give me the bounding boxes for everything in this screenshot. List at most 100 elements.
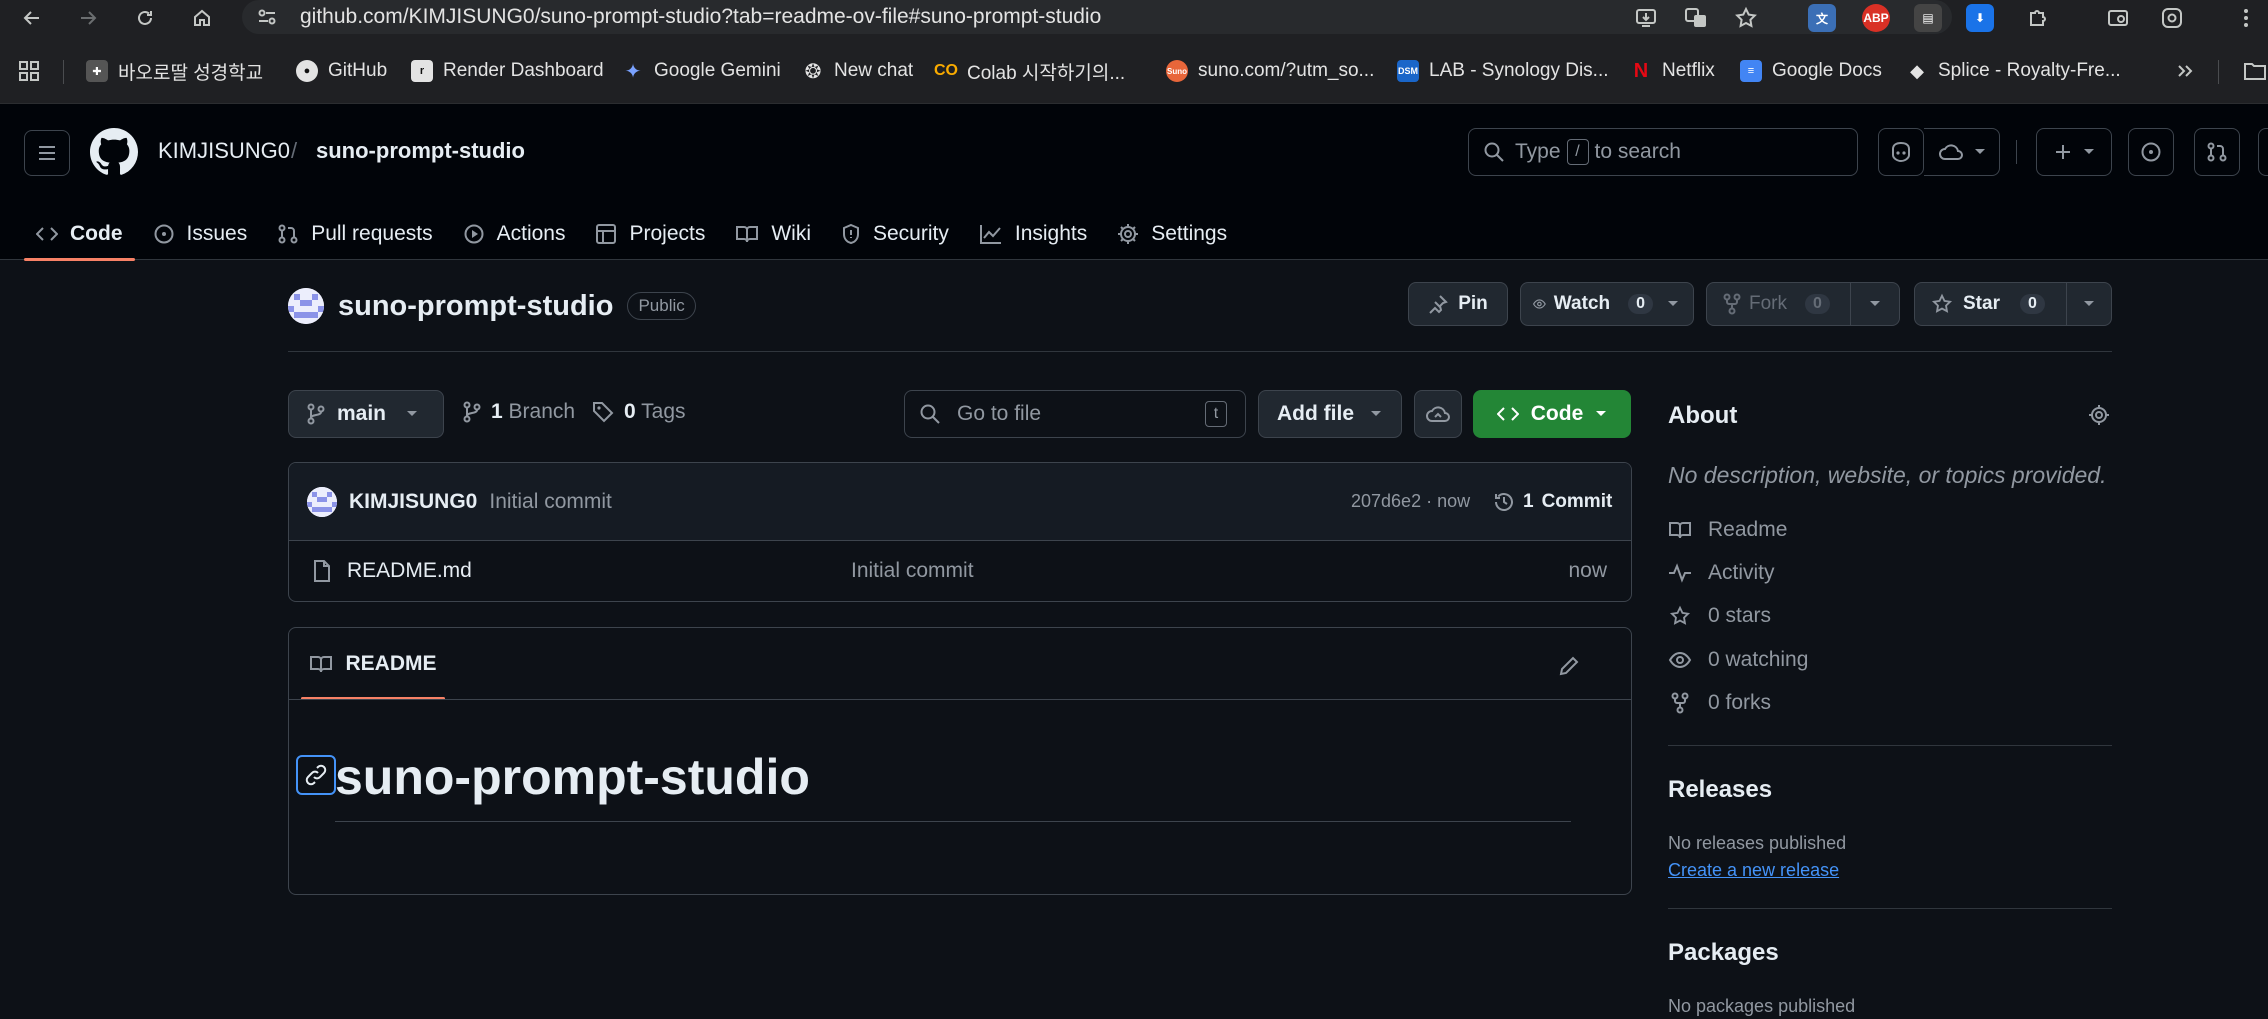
sidebar-item-label: Readme <box>1708 518 1788 541</box>
pull-requests-button[interactable] <box>2194 128 2240 176</box>
star-dropdown[interactable] <box>2065 283 2112 325</box>
star-outline-icon <box>1735 6 1757 28</box>
forks-link[interactable]: 0 forks <box>1668 691 1771 715</box>
stars-link[interactable]: 0 stars <box>1668 604 1771 628</box>
avatar[interactable] <box>288 288 324 324</box>
fork-count: 0 <box>1805 294 1830 314</box>
extensions-puzzle-icon[interactable] <box>2024 4 2052 32</box>
codespaces-sync-button[interactable] <box>1414 390 1462 438</box>
bookmark-item[interactable]: ✚ 바오로딸 성경학교 <box>86 56 263 86</box>
avatar[interactable] <box>307 486 337 517</box>
packages-title[interactable]: Packages <box>1668 939 1779 967</box>
reload-button[interactable] <box>130 3 160 33</box>
tab-issues[interactable]: Issues <box>141 208 260 260</box>
google-lens-icon[interactable] <box>2158 4 2186 32</box>
commit-author[interactable]: KIMJISUNG0 <box>349 490 477 514</box>
bookmark-item[interactable]: r Render Dashboard <box>411 56 604 86</box>
bookmark-star-button[interactable] <box>1732 4 1760 32</box>
code-button[interactable]: Code <box>1473 390 1631 438</box>
caret-down-icon <box>1596 411 1607 416</box>
bookmark-item[interactable]: DSM LAB - Synology Dis... <box>1397 56 1609 86</box>
tab-actions[interactable]: Actions <box>451 208 578 260</box>
render-favicon-icon: r <box>411 60 433 82</box>
breadcrumb-owner[interactable]: KIMJISUNG0 <box>158 138 290 164</box>
add-file-button[interactable]: Add file <box>1258 390 1402 438</box>
branch-select-button[interactable]: main <box>288 390 444 438</box>
menu-button[interactable] <box>24 130 70 176</box>
commit-message[interactable]: Initial commit <box>489 490 612 514</box>
create-new-button[interactable] <box>2036 128 2112 176</box>
forward-button[interactable] <box>73 3 103 33</box>
bookmark-item[interactable]: CO Colab 시작하기의... <box>934 56 1125 86</box>
apps-grid-icon <box>19 61 39 81</box>
bookmark-item[interactable]: ≡ Google Docs <box>1740 56 1882 86</box>
tab-code[interactable]: Code <box>24 208 135 261</box>
all-bookmarks-folder[interactable] <box>2244 56 2266 86</box>
tab-search-icon[interactable] <box>2104 4 2132 32</box>
repo-name[interactable]: suno-prompt-studio <box>338 290 613 323</box>
go-to-file-input[interactable]: Go to file t <box>904 390 1246 438</box>
tab-settings[interactable]: Settings <box>1105 208 1239 260</box>
repo-title-row: suno-prompt-studio Public <box>288 286 696 326</box>
inbox-button[interactable] <box>2258 128 2268 176</box>
watchers-link[interactable]: 0 watching <box>1668 648 1808 672</box>
copilot-button[interactable] <box>1878 128 1924 176</box>
watch-dropdown[interactable] <box>1653 283 1693 325</box>
tab-insights[interactable]: Insights <box>967 208 1099 260</box>
apps-grid-button[interactable] <box>18 56 40 86</box>
bookmark-item[interactable]: ● GitHub <box>296 56 387 86</box>
more-menu-icon[interactable] <box>2232 4 2260 32</box>
extension-adblock-icon[interactable]: ABP <box>1862 4 1890 32</box>
translate-button[interactable] <box>1682 4 1710 32</box>
commits-history-link[interactable]: 1 Commit <box>1493 491 1612 513</box>
about-settings-button[interactable] <box>2084 400 2114 430</box>
extension-translator-icon[interactable]: 文 <box>1808 4 1836 32</box>
star-button[interactable]: Star 0 <box>1914 282 2112 326</box>
create-release-link[interactable]: Create a new release <box>1668 860 1839 881</box>
bookmarks-overflow-button[interactable] <box>2176 56 2194 86</box>
star-icon <box>1669 605 1691 625</box>
bookmark-item[interactable]: ❂ New chat <box>802 56 914 86</box>
issues-button[interactable] <box>2128 128 2174 176</box>
fork-button[interactable]: Fork 0 <box>1706 282 1900 326</box>
readme-link[interactable]: Readme <box>1668 518 1787 542</box>
arrow-left-icon <box>23 11 39 25</box>
releases-title[interactable]: Releases <box>1668 776 1772 804</box>
cloud-icon <box>1938 144 1963 160</box>
branches-link[interactable]: 1 Branch <box>463 400 575 424</box>
tab-wiki[interactable]: Wiki <box>723 208 823 260</box>
search-input[interactable]: Type / to search <box>1468 128 1858 176</box>
commit-sha-time[interactable]: 207d6e2 · now <box>1351 491 1470 512</box>
home-button[interactable] <box>187 3 217 33</box>
readme-tab[interactable]: README <box>301 628 445 700</box>
github-logo-icon[interactable] <box>90 128 138 176</box>
bookmark-label: Google Docs <box>1772 60 1882 81</box>
file-commit-message[interactable]: Initial commit <box>851 559 974 583</box>
edit-readme-button[interactable] <box>1553 650 1585 682</box>
extension-printer-icon[interactable]: ▤ <box>1914 4 1942 32</box>
bookmark-item[interactable]: Suno suno.com/?utm_so... <box>1166 56 1374 86</box>
install-app-button[interactable] <box>1632 4 1660 32</box>
tags-link[interactable]: 0 Tags <box>592 400 686 424</box>
tab-pull-requests[interactable]: Pull requests <box>265 208 444 260</box>
pulse-icon <box>1669 563 1691 583</box>
bookmark-item[interactable]: N Netflix <box>1630 56 1715 86</box>
breadcrumb-repo[interactable]: suno-prompt-studio <box>316 138 525 164</box>
fork-dropdown[interactable] <box>1849 283 1899 325</box>
file-name[interactable]: README.md <box>347 559 472 583</box>
extension-download-icon[interactable]: ⬇ <box>1966 4 1994 32</box>
copilot-dropdown-button[interactable] <box>1924 128 2000 176</box>
bookmark-item[interactable]: ✦ Google Gemini <box>622 56 781 86</box>
activity-link[interactable]: Activity <box>1668 561 1775 585</box>
about-title: About <box>1668 402 1738 429</box>
pin-button[interactable]: Pin <box>1408 282 1508 326</box>
address-bar[interactable]: github.com/KIMJISUNG0/suno-prompt-studio… <box>242 0 1952 34</box>
tab-security[interactable]: Security <box>829 208 961 260</box>
heading-anchor-link[interactable] <box>296 755 336 795</box>
table-row[interactable]: README.md Initial commit now <box>289 541 1631 601</box>
watch-button[interactable]: Watch 0 <box>1520 282 1694 326</box>
bookmark-item[interactable]: ◆ Splice - Royalty-Fre... <box>1906 56 2121 86</box>
tab-projects[interactable]: Projects <box>583 208 717 260</box>
back-button[interactable] <box>17 3 47 33</box>
star-label: Star <box>1963 293 2000 314</box>
